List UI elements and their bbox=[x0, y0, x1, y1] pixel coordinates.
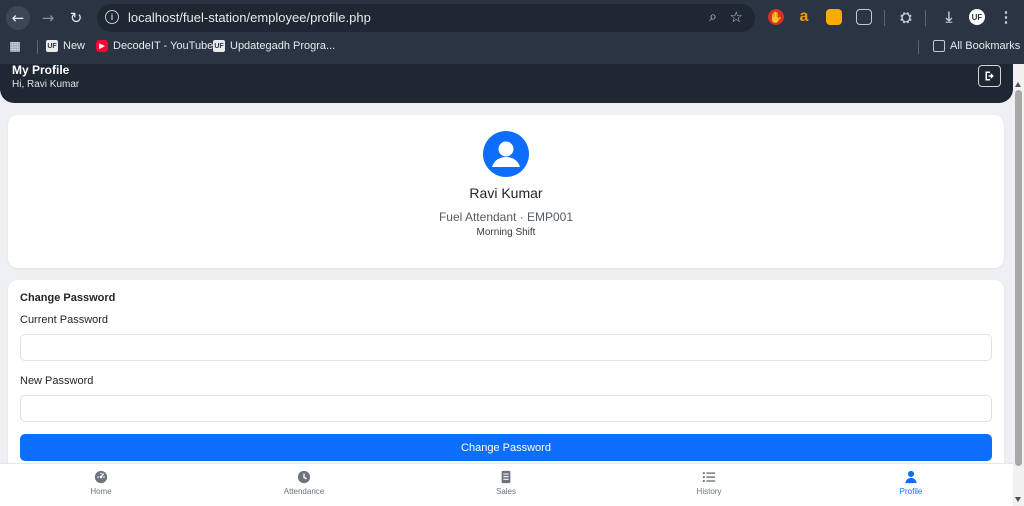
new-password-input[interactable] bbox=[20, 395, 992, 422]
apps-button[interactable]: ▦ bbox=[9, 39, 21, 53]
zoom-icon[interactable]: ⌕ bbox=[709, 9, 717, 25]
bookmark-label: New bbox=[63, 40, 86, 52]
nav-label: History bbox=[696, 487, 722, 496]
browser-chrome: ← → ↻ i localhost/fuel-station/employee/… bbox=[0, 0, 1024, 64]
bookmarks-divider bbox=[37, 40, 38, 54]
list-icon bbox=[702, 472, 716, 482]
logout-icon bbox=[985, 71, 994, 81]
apps-grid-icon: ▦ bbox=[9, 39, 21, 53]
toolbar-divider bbox=[884, 10, 885, 26]
greeting-text: Hi, Ravi Kumar bbox=[12, 79, 80, 90]
youtube-favicon-icon: ▶ bbox=[96, 40, 108, 52]
incognito-icon[interactable]: ⛭ bbox=[898, 9, 914, 25]
toolbar-divider bbox=[925, 10, 926, 26]
scroll-down-arrow[interactable] bbox=[1015, 497, 1021, 502]
extension-amazon-icon[interactable]: a bbox=[796, 8, 812, 25]
gauge-icon bbox=[94, 470, 108, 484]
current-password-label: Current Password bbox=[20, 314, 109, 326]
current-password-input[interactable] bbox=[20, 334, 992, 361]
bookmark-label: DecodeIT - YouTube bbox=[113, 40, 214, 52]
bottom-nav: Home Attendance Sales History Profile bbox=[0, 463, 1013, 506]
user-icon bbox=[905, 470, 917, 484]
page-scrollbar[interactable] bbox=[1013, 64, 1024, 506]
employee-name: Ravi Kumar bbox=[469, 185, 543, 201]
nav-item-profile[interactable]: Profile bbox=[861, 470, 961, 496]
bookmarks-bar: ▦ UF New ▶ DecodeIT - YouTube UF Updategadh… bbox=[0, 36, 1024, 58]
all-bookmarks-label: All Bookmarks bbox=[950, 40, 1021, 52]
bookmark-label: Updategadh Progra... bbox=[230, 40, 336, 52]
nav-label: Attendance bbox=[283, 487, 325, 496]
nav-label: Sales bbox=[495, 487, 516, 496]
page-title: My Profile bbox=[12, 64, 70, 77]
extension-red-icon[interactable]: ✋ bbox=[768, 9, 784, 25]
clock-icon bbox=[297, 470, 311, 484]
uf-favicon-icon: UF bbox=[213, 40, 225, 52]
extension-yellow-icon[interactable] bbox=[826, 9, 842, 25]
nav-label: Home bbox=[90, 487, 112, 496]
reload-button[interactable]: ↻ bbox=[64, 6, 88, 30]
folder-icon bbox=[933, 40, 945, 52]
bookmark-item[interactable]: UF Updategadh Progra... bbox=[213, 40, 335, 52]
back-button[interactable]: ← bbox=[6, 6, 30, 30]
bookmark-item[interactable]: ▶ DecodeIT - YouTube bbox=[96, 40, 213, 52]
menu-kebab-icon[interactable]: ⋮ bbox=[998, 9, 1014, 26]
nav-item-sales[interactable]: Sales bbox=[456, 470, 556, 496]
nav-item-home[interactable]: Home bbox=[51, 470, 151, 496]
new-password-label: New Password bbox=[20, 375, 94, 387]
page-viewport: My Profile Hi, Ravi Kumar Ravi Kumar Fue… bbox=[0, 64, 1013, 506]
bookmarks-divider bbox=[918, 40, 919, 54]
bookmark-star-icon[interactable]: ☆ bbox=[730, 8, 743, 26]
employee-role: Fuel Attendant · EMP001 bbox=[438, 210, 574, 224]
profile-avatar-icon[interactable]: UF bbox=[969, 9, 985, 25]
change-password-button[interactable]: Change Password bbox=[20, 434, 992, 461]
nav-item-attendance[interactable]: Attendance bbox=[254, 470, 354, 496]
browser-toolbar: ← → ↻ i localhost/fuel-station/employee/… bbox=[0, 0, 1024, 36]
site-info-icon[interactable]: i bbox=[105, 10, 119, 24]
extensions-puzzle-icon[interactable] bbox=[856, 9, 872, 25]
scroll-thumb[interactable] bbox=[1015, 90, 1022, 466]
receipt-icon bbox=[501, 470, 511, 484]
scroll-up-arrow[interactable] bbox=[1015, 82, 1021, 87]
bookmark-item[interactable]: UF New bbox=[46, 40, 85, 52]
all-bookmarks-button[interactable]: All Bookmarks bbox=[933, 40, 1020, 52]
forward-button[interactable]: → bbox=[36, 6, 60, 30]
avatar bbox=[483, 131, 529, 177]
app-header: My Profile Hi, Ravi Kumar bbox=[0, 64, 1013, 103]
section-title: Change Password bbox=[20, 292, 116, 304]
user-avatar-icon bbox=[492, 141, 520, 167]
profile-card: Ravi Kumar Fuel Attendant · EMP001 Morni… bbox=[8, 115, 1004, 268]
nav-item-history[interactable]: History bbox=[659, 470, 759, 496]
download-icon[interactable]: ⤓ bbox=[941, 9, 957, 26]
uf-favicon-icon: UF bbox=[46, 40, 58, 52]
employee-shift: Morning Shift bbox=[476, 227, 536, 238]
address-bar[interactable]: i localhost/fuel-station/employee/profil… bbox=[97, 4, 755, 32]
logout-button[interactable] bbox=[978, 65, 1001, 87]
url-text[interactable]: localhost/fuel-station/employee/profile.… bbox=[128, 10, 371, 25]
nav-label: Profile bbox=[899, 487, 923, 496]
